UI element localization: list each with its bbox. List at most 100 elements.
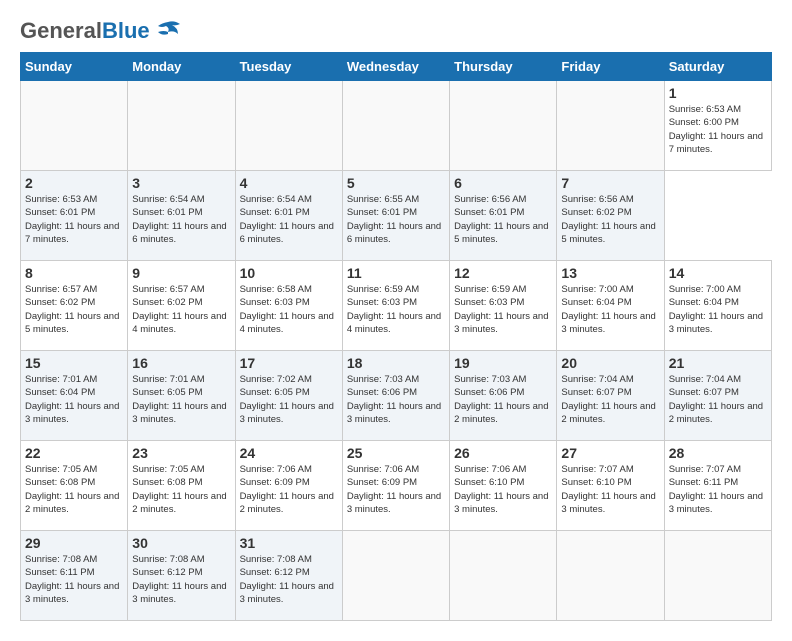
- day-number: 21: [669, 355, 767, 371]
- page-header: GeneralBlue: [20, 20, 772, 42]
- calendar-cell: 26 Sunrise: 7:06 AMSunset: 6:10 PMDayligh…: [450, 441, 557, 531]
- day-number: 10: [240, 265, 338, 281]
- day-number: 15: [25, 355, 123, 371]
- day-number: 6: [454, 175, 552, 191]
- calendar-cell: 3 Sunrise: 6:54 AMSunset: 6:01 PMDaylight…: [128, 171, 235, 261]
- calendar-cell: 28 Sunrise: 7:07 AMSunset: 6:11 PMDayligh…: [664, 441, 771, 531]
- day-number: 1: [669, 85, 767, 101]
- calendar-week-row: 29Sunrise: 7:08 AMSunset: 6:11 PMDayligh…: [21, 531, 772, 621]
- calendar-cell: 21 Sunrise: 7:04 AMSunset: 6:07 PMDayligh…: [664, 351, 771, 441]
- calendar-cell: 6 Sunrise: 6:56 AMSunset: 6:01 PMDaylight…: [450, 171, 557, 261]
- day-number: 12: [454, 265, 552, 281]
- day-number: 2: [25, 175, 123, 191]
- calendar-cell: 24 Sunrise: 7:06 AMSunset: 6:09 PMDayligh…: [235, 441, 342, 531]
- day-info: Sunrise: 6:57 AMSunset: 6:02 PMDaylight:…: [132, 283, 230, 336]
- day-number: 25: [347, 445, 445, 461]
- calendar-cell-empty: [342, 531, 449, 621]
- logo-text: GeneralBlue: [20, 20, 150, 42]
- calendar-cell: 9 Sunrise: 6:57 AMSunset: 6:02 PMDaylight…: [128, 261, 235, 351]
- day-info: Sunrise: 6:59 AMSunset: 6:03 PMDaylight:…: [347, 283, 445, 336]
- day-info: Sunrise: 6:54 AMSunset: 6:01 PMDaylight:…: [132, 193, 230, 246]
- calendar-cell: 14Sunrise: 7:00 AMSunset: 6:04 PMDayligh…: [664, 261, 771, 351]
- calendar-week-row: 8 Sunrise: 6:57 AMSunset: 6:02 PMDaylight…: [21, 261, 772, 351]
- day-number: 27: [561, 445, 659, 461]
- day-info: Sunrise: 6:59 AMSunset: 6:03 PMDaylight:…: [454, 283, 552, 336]
- calendar-cell: 23 Sunrise: 7:05 AMSunset: 6:08 PMDayligh…: [128, 441, 235, 531]
- day-info: Sunrise: 6:57 AMSunset: 6:02 PMDaylight:…: [25, 283, 123, 336]
- calendar-cell: 31 Sunrise: 7:08 AMSunset: 6:12 PMDayligh…: [235, 531, 342, 621]
- day-info: Sunrise: 7:08 AMSunset: 6:12 PMDaylight:…: [132, 553, 230, 606]
- day-header-wednesday: Wednesday: [342, 53, 449, 81]
- calendar-cell-empty: [664, 531, 771, 621]
- day-number: 24: [240, 445, 338, 461]
- calendar-cell: 20Sunrise: 7:04 AMSunset: 6:07 PMDayligh…: [557, 351, 664, 441]
- day-number: 23: [132, 445, 230, 461]
- calendar-table: SundayMondayTuesdayWednesdayThursdayFrid…: [20, 52, 772, 621]
- day-info: Sunrise: 6:55 AMSunset: 6:01 PMDaylight:…: [347, 193, 445, 246]
- day-info: Sunrise: 7:05 AMSunset: 6:08 PMDaylight:…: [25, 463, 123, 516]
- day-number: 8: [25, 265, 123, 281]
- day-number: 11: [347, 265, 445, 281]
- day-info: Sunrise: 7:06 AMSunset: 6:09 PMDaylight:…: [240, 463, 338, 516]
- day-info: Sunrise: 7:03 AMSunset: 6:06 PMDaylight:…: [347, 373, 445, 426]
- day-info: Sunrise: 7:00 AMSunset: 6:04 PMDaylight:…: [561, 283, 659, 336]
- day-info: Sunrise: 7:06 AMSunset: 6:10 PMDaylight:…: [454, 463, 552, 516]
- calendar-cell: 19 Sunrise: 7:03 AMSunset: 6:06 PMDayligh…: [450, 351, 557, 441]
- day-info: Sunrise: 7:01 AMSunset: 6:05 PMDaylight:…: [132, 373, 230, 426]
- day-number: 9: [132, 265, 230, 281]
- day-info: Sunrise: 7:04 AMSunset: 6:07 PMDaylight:…: [669, 373, 767, 426]
- day-number: 28: [669, 445, 767, 461]
- day-number: 5: [347, 175, 445, 191]
- day-number: 22: [25, 445, 123, 461]
- calendar-week-row: 1Sunrise: 6:53 AMSunset: 6:00 PMDaylight…: [21, 81, 772, 171]
- calendar-cell: 15Sunrise: 7:01 AMSunset: 6:04 PMDayligh…: [21, 351, 128, 441]
- day-number: 4: [240, 175, 338, 191]
- day-header-sunday: Sunday: [21, 53, 128, 81]
- calendar-cell: 11 Sunrise: 6:59 AMSunset: 6:03 PMDayligh…: [342, 261, 449, 351]
- day-header-saturday: Saturday: [664, 53, 771, 81]
- calendar-cell: 30Sunrise: 7:08 AMSunset: 6:12 PMDayligh…: [128, 531, 235, 621]
- day-number: 7: [561, 175, 659, 191]
- day-number: 31: [240, 535, 338, 551]
- calendar-cell-empty: [557, 81, 664, 171]
- day-number: 18: [347, 355, 445, 371]
- day-info: Sunrise: 7:03 AMSunset: 6:06 PMDaylight:…: [454, 373, 552, 426]
- day-number: 29: [25, 535, 123, 551]
- calendar-cell: 1Sunrise: 6:53 AMSunset: 6:00 PMDaylight…: [664, 81, 771, 171]
- calendar-week-row: 15Sunrise: 7:01 AMSunset: 6:04 PMDayligh…: [21, 351, 772, 441]
- calendar-cell: 18 Sunrise: 7:03 AMSunset: 6:06 PMDayligh…: [342, 351, 449, 441]
- day-info: Sunrise: 6:58 AMSunset: 6:03 PMDaylight:…: [240, 283, 338, 336]
- calendar-cell: 13 Sunrise: 7:00 AMSunset: 6:04 PMDayligh…: [557, 261, 664, 351]
- calendar-cell-empty: [450, 531, 557, 621]
- day-number: 26: [454, 445, 552, 461]
- day-info: Sunrise: 6:54 AMSunset: 6:01 PMDaylight:…: [240, 193, 338, 246]
- calendar-cell: 25 Sunrise: 7:06 AMSunset: 6:09 PMDayligh…: [342, 441, 449, 531]
- calendar-cell-empty: [21, 81, 128, 171]
- day-number: 14: [669, 265, 767, 281]
- day-info: Sunrise: 7:05 AMSunset: 6:08 PMDaylight:…: [132, 463, 230, 516]
- calendar-week-row: 22 Sunrise: 7:05 AMSunset: 6:08 PMDayligh…: [21, 441, 772, 531]
- day-number: 19: [454, 355, 552, 371]
- day-info: Sunrise: 7:06 AMSunset: 6:09 PMDaylight:…: [347, 463, 445, 516]
- calendar-cell: 8 Sunrise: 6:57 AMSunset: 6:02 PMDaylight…: [21, 261, 128, 351]
- day-header-monday: Monday: [128, 53, 235, 81]
- day-info: Sunrise: 7:07 AMSunset: 6:11 PMDaylight:…: [669, 463, 767, 516]
- day-info: Sunrise: 6:53 AMSunset: 6:01 PMDaylight:…: [25, 193, 123, 246]
- day-header-friday: Friday: [557, 53, 664, 81]
- calendar-cell: 27Sunrise: 7:07 AMSunset: 6:10 PMDayligh…: [557, 441, 664, 531]
- day-info: Sunrise: 7:02 AMSunset: 6:05 PMDaylight:…: [240, 373, 338, 426]
- calendar-cell-empty: [450, 81, 557, 171]
- day-number: 16: [132, 355, 230, 371]
- calendar-cell: 22 Sunrise: 7:05 AMSunset: 6:08 PMDayligh…: [21, 441, 128, 531]
- calendar-cell: 5 Sunrise: 6:55 AMSunset: 6:01 PMDaylight…: [342, 171, 449, 261]
- calendar-cell-empty: [342, 81, 449, 171]
- day-info: Sunrise: 6:56 AMSunset: 6:01 PMDaylight:…: [454, 193, 552, 246]
- calendar-cell: 7Sunrise: 6:56 AMSunset: 6:02 PMDaylight…: [557, 171, 664, 261]
- day-info: Sunrise: 7:08 AMSunset: 6:12 PMDaylight:…: [240, 553, 338, 606]
- calendar-cell: 16 Sunrise: 7:01 AMSunset: 6:05 PMDayligh…: [128, 351, 235, 441]
- day-number: 3: [132, 175, 230, 191]
- calendar-cell-empty: [235, 81, 342, 171]
- day-number: 13: [561, 265, 659, 281]
- calendar-header-row: SundayMondayTuesdayWednesdayThursdayFrid…: [21, 53, 772, 81]
- calendar-cell: 29Sunrise: 7:08 AMSunset: 6:11 PMDayligh…: [21, 531, 128, 621]
